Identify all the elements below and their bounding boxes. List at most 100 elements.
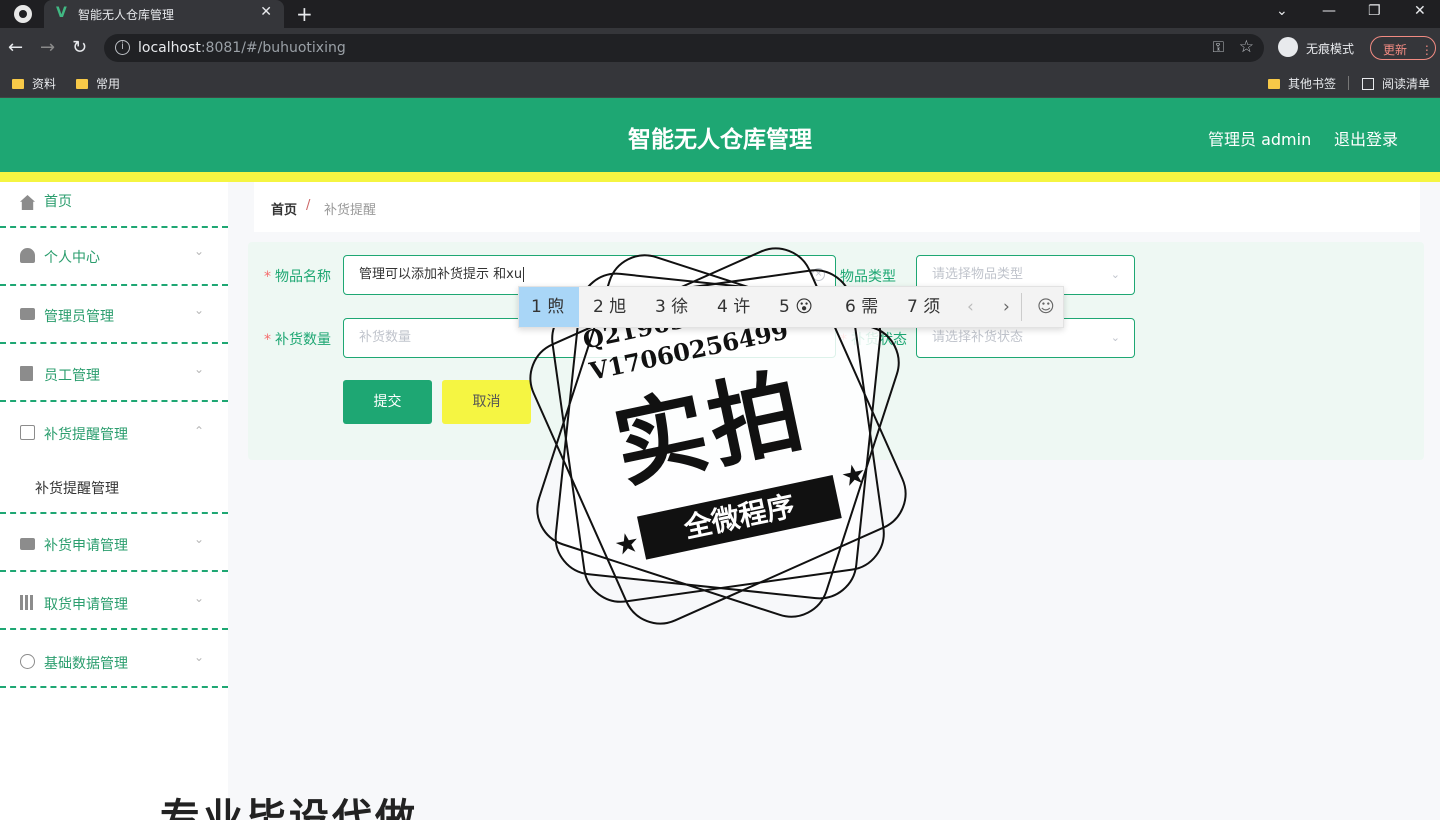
- logout-link[interactable]: 退出登录: [1334, 126, 1398, 150]
- ime-candidate[interactable]: 3 徐: [655, 287, 688, 327]
- sidebar-item-restock-application[interactable]: 补货申请管理 ⌄: [0, 514, 228, 572]
- books-icon: [20, 595, 35, 610]
- minimize-button[interactable]: —: [1322, 3, 1336, 19]
- monitor-icon: [20, 538, 35, 550]
- status-label: * 补货状态: [840, 332, 907, 348]
- chevron-down-icon: ⌄: [1110, 268, 1120, 281]
- sidebar-item-label: 个人中心: [44, 250, 100, 266]
- chevron-down-icon: ⌄: [194, 244, 205, 258]
- bottom-watermark-text: 专业毕设代做: [160, 796, 418, 820]
- ime-candidate-bar: 1 煦 2 旭 3 徐 4 许 5 😮 6 需 7 须 ‹ › ☺: [518, 286, 1064, 328]
- user-icon: [20, 248, 35, 263]
- key-icon[interactable]: ⚿: [1213, 38, 1224, 56]
- browser-toolbar: ← → ↻ i localhost:8081/#/buhuotixing ⚿ ☆…: [0, 28, 1440, 68]
- folder-icon: [1268, 79, 1280, 89]
- breadcrumb-separator: /: [306, 198, 311, 213]
- watermark-banner: 全微程序: [636, 475, 842, 560]
- ime-candidate[interactable]: 2 旭: [593, 287, 626, 327]
- ime-next-icon[interactable]: ›: [1003, 287, 1010, 327]
- cancel-button[interactable]: 取消: [442, 380, 531, 424]
- folder-icon: [12, 79, 24, 89]
- ime-candidate[interactable]: 7 须: [907, 287, 940, 327]
- sidebar-item-label: 补货申请管理: [44, 538, 128, 554]
- chevron-down-icon: ⌄: [194, 591, 205, 605]
- ime-candidate[interactable]: 5 😮: [779, 287, 813, 327]
- url-bar[interactable]: i localhost:8081/#/buhuotixing ⚿ ☆: [104, 34, 1264, 62]
- url-text: localhost:8081/#/buhuotixing: [138, 40, 346, 56]
- breadcrumb-home[interactable]: 首页: [271, 199, 297, 218]
- sidebar-subitem-label: 补货提醒管理: [35, 481, 119, 497]
- breadcrumb-current: 补货提醒: [324, 203, 377, 218]
- clipboard-icon: [20, 366, 33, 381]
- ime-emoji-icon[interactable]: ☺: [1037, 287, 1055, 327]
- ime-divider: [1021, 293, 1022, 321]
- forward-button[interactable]: →: [40, 37, 55, 58]
- site-info-icon[interactable]: i: [115, 40, 130, 55]
- header-accent-strip: [0, 172, 1440, 182]
- sidebar-item-label: 首页: [44, 194, 72, 210]
- update-button[interactable]: 更新 ⋮: [1370, 36, 1436, 60]
- chevron-up-icon: ⌃: [194, 424, 205, 438]
- chevron-down-icon: ⌄: [194, 650, 205, 664]
- vue-favicon-icon: V: [56, 5, 67, 21]
- reload-button[interactable]: ↻: [72, 37, 87, 58]
- bookmark-folder-ziliao[interactable]: 资料: [12, 75, 56, 92]
- sidebar-item-label: 取货申请管理: [44, 597, 128, 613]
- menu-dots-icon[interactable]: ⋮: [1421, 43, 1433, 57]
- item-type-label: 物品类型: [840, 269, 896, 285]
- browser-logo-icon: [14, 5, 32, 23]
- star-icon: ★: [837, 456, 870, 494]
- sidebar-item-label: 管理员管理: [44, 309, 114, 325]
- ime-candidate[interactable]: 4 许: [717, 287, 750, 327]
- bookmark-divider: [1348, 76, 1349, 90]
- clock-icon: [20, 654, 35, 669]
- item-name-label: * 物品名称: [264, 269, 331, 285]
- sidebar-item-staff-management[interactable]: 员工管理 ⌄: [0, 344, 228, 402]
- incognito-icon: [1278, 37, 1298, 57]
- browser-tab-bar: V 智能无人仓库管理 ✕ + ⌄ — ❐ ✕: [0, 0, 1440, 28]
- reading-list[interactable]: 阅读清单: [1362, 75, 1430, 92]
- ime-candidate[interactable]: 1 煦: [519, 287, 579, 327]
- reading-list-icon: [1362, 78, 1374, 90]
- new-tab-button[interactable]: +: [296, 2, 313, 26]
- incognito-label: 无痕模式: [1306, 42, 1355, 56]
- star-icon: ★: [611, 525, 643, 563]
- submit-button[interactable]: 提交: [343, 380, 432, 424]
- app-header: 智能无人仓库管理 管理员 admin 退出登录: [0, 98, 1440, 172]
- bookmark-folder-changyong[interactable]: 常用: [76, 75, 120, 92]
- tab-close-icon[interactable]: ✕: [260, 4, 272, 20]
- sidebar-item-label: 员工管理: [44, 368, 100, 384]
- bookmarks-bar: 资料 常用 其他书签 阅读清单: [0, 68, 1440, 98]
- other-bookmarks[interactable]: 其他书签: [1268, 75, 1336, 92]
- close-window-button[interactable]: ✕: [1414, 3, 1426, 19]
- tab-search-icon[interactable]: ⌄: [1276, 3, 1288, 19]
- bookmark-star-icon[interactable]: ☆: [1239, 37, 1254, 57]
- sidebar-item-label: 基础数据管理: [44, 656, 128, 672]
- browser-tab[interactable]: V 智能无人仓库管理 ✕: [44, 0, 284, 28]
- quantity-label: * 补货数量: [264, 332, 331, 348]
- restore-button[interactable]: ❐: [1368, 3, 1381, 19]
- sidebar: 首页 个人中心 ⌄ 管理员管理 ⌄ 员工管理 ⌄ 补货提醒管理 ⌃ 补货提醒管理…: [0, 182, 228, 820]
- tab-title: 智能无人仓库管理: [78, 8, 175, 22]
- sidebar-item-basic-data[interactable]: 基础数据管理 ⌄: [0, 630, 228, 688]
- chevron-down-icon: ⌄: [194, 532, 205, 546]
- back-button[interactable]: ←: [8, 37, 23, 58]
- chevron-down-icon: ⌄: [194, 303, 205, 317]
- sidebar-item-admin-management[interactable]: 管理员管理 ⌄: [0, 286, 228, 344]
- folder-icon: [76, 79, 88, 89]
- ime-candidate[interactable]: 6 需: [845, 287, 878, 327]
- clear-input-icon[interactable]: ×: [812, 268, 825, 281]
- sidebar-item-label: 补货提醒管理: [44, 427, 128, 443]
- home-icon: [20, 195, 35, 210]
- sidebar-item-pickup-application[interactable]: 取货申请管理 ⌄: [0, 572, 228, 630]
- chevron-down-icon: ⌄: [1110, 331, 1120, 344]
- sidebar-item-restock-reminder-management[interactable]: 补货提醒管理 ⌃: [0, 402, 228, 462]
- sidebar-subitem-restock-reminder[interactable]: 补货提醒管理: [0, 462, 228, 514]
- chevron-down-icon: ⌄: [194, 362, 205, 376]
- sidebar-item-personal-center[interactable]: 个人中心 ⌄: [0, 228, 228, 286]
- copy-icon: [20, 425, 35, 440]
- briefcase-icon: [20, 308, 35, 320]
- breadcrumb: 首页 / 补货提醒: [254, 182, 1420, 232]
- sidebar-item-home[interactable]: 首页: [0, 182, 228, 228]
- ime-prev-icon[interactable]: ‹: [967, 287, 974, 327]
